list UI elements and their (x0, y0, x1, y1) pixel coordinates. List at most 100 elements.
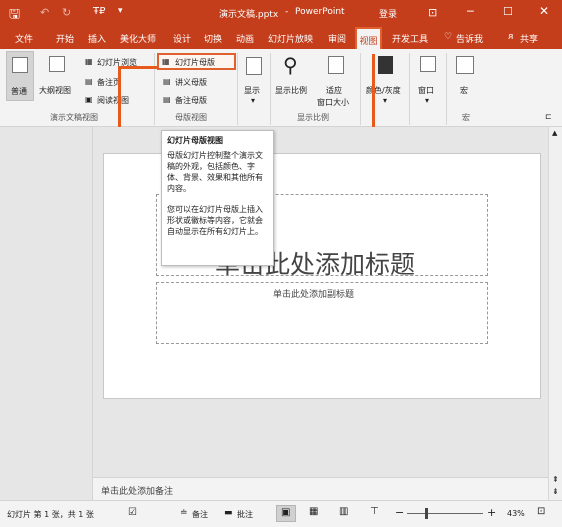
dropdown-arrow-icon: ▾ (251, 96, 256, 105)
zoom-level[interactable]: 43% (507, 509, 525, 518)
window-title-sep: - (285, 7, 289, 17)
tooltip-tip: 您可以在幻灯片母版上插入形状或徽标等内容，它就会自动显示在所有幻灯片上。 (167, 205, 263, 236)
tab-file[interactable]: 文件 (15, 32, 33, 45)
annotation-line-click-h (118, 66, 158, 69)
outline-view-icon (49, 56, 65, 72)
subtitle-placeholder[interactable]: 单击此处添加副标题 (156, 282, 488, 344)
tab-beautify[interactable]: 美化大师 (120, 32, 156, 45)
tab-insert[interactable]: 插入 (88, 32, 106, 45)
maximize-icon[interactable]: ☐ (503, 5, 513, 18)
spellcheck-icon[interactable]: ☑ (128, 507, 137, 518)
separator (237, 53, 238, 125)
customize-quick-access-icon[interactable]: ▾ (118, 6, 123, 16)
redo-icon[interactable]: ↻ (62, 6, 71, 19)
tooltip-description: 母版幻灯片控制整个演示文稿的外观，包括颜色、字体、背景、效果和其他所有内容。 (167, 151, 263, 193)
fit-window-label1: 适应 (326, 86, 342, 95)
tab-developer[interactable]: 开发工具 (392, 32, 428, 45)
tab-view[interactable]: 视图 (355, 27, 382, 49)
dropdown-arrow-icon: ▾ (383, 96, 388, 105)
comments-toggle-button[interactable]: 批注 (237, 509, 253, 520)
separator (154, 53, 155, 125)
separator (409, 53, 410, 125)
tab-animation[interactable]: 动画 (236, 32, 254, 45)
vertical-scrollbar[interactable]: ▲ ⇞ ⇟ (548, 127, 562, 500)
reading-view-status-icon[interactable]: ▥ (339, 506, 348, 517)
notes-toggle-button[interactable]: 备注 (192, 509, 208, 520)
show-button[interactable]: 显示 ▾ (240, 51, 268, 109)
macro-label: 宏 (460, 86, 468, 95)
sorter-icon: ▦ (85, 57, 93, 66)
tab-slideshow[interactable]: 幻灯片放映 (268, 32, 313, 45)
zoom-slider-thumb[interactable] (425, 508, 428, 519)
status-bar: 幻灯片 第 1 张，共 1 张 ☑ ≐ 备注 ▬ 批注 ▣ ▦ ▥ ⊤ − + … (0, 500, 562, 527)
notes-master-button[interactable]: 备注母版 (175, 95, 207, 106)
tab-tellme[interactable]: 告诉我 (456, 32, 483, 45)
zoom-in-icon[interactable]: + (487, 506, 496, 519)
window-label: 窗口 (418, 86, 434, 95)
group-label-views: 演示文稿视图 (50, 113, 98, 122)
slide-master-label: 幻灯片母版 (175, 58, 215, 67)
fit-window-icon (328, 56, 344, 74)
zoom-button[interactable]: ⚲ 显示比例 (273, 51, 315, 109)
color-icon (378, 56, 393, 74)
dropdown-arrow-icon: ▾ (425, 96, 430, 105)
zoom-out-icon[interactable]: − (395, 506, 404, 519)
zoom-slider-track[interactable] (407, 513, 483, 514)
outline-view-button[interactable]: 大纲视图 (38, 51, 80, 101)
normal-view-label: 普通 (11, 87, 27, 96)
slide-master-icon: ▦ (162, 57, 170, 66)
handout-master-button[interactable]: 讲义母版 (175, 77, 207, 88)
share-button[interactable]: 共享 (520, 32, 538, 45)
show-label: 显示 (244, 86, 260, 95)
undo-icon[interactable]: ↶ (40, 6, 49, 19)
normal-view-status-button[interactable]: ▣ (276, 505, 296, 522)
separator (446, 53, 447, 125)
ribbon-display-options-icon[interactable]: ⊡ (428, 6, 437, 19)
annotation-line-click-v (118, 66, 121, 130)
scroll-up-icon[interactable]: ▲ (552, 129, 557, 137)
comments-icon: ▬ (224, 508, 233, 518)
fit-slide-icon[interactable]: ⊡ (537, 506, 545, 517)
magnifier-icon: ⚲ (283, 53, 298, 77)
annotation-line-select (372, 54, 375, 130)
group-label-zoom: 显示比例 (297, 113, 329, 122)
tab-transition[interactable]: 切换 (204, 32, 222, 45)
collapse-ribbon-icon[interactable]: ⊏ (545, 112, 552, 121)
title-bar: 🖫 ↶ ↻ Ŧ₽ ▾ 演示文稿.pptx - PowerPoint 登录 ⊡ ─… (0, 0, 562, 27)
macro-icon (456, 56, 474, 74)
user-icon: ᴙ (508, 32, 514, 42)
minimize-icon[interactable]: ─ (467, 5, 474, 18)
notes-icon: ≐ (180, 508, 188, 518)
color-grayscale-button[interactable]: 颜色/灰度 ▾ (364, 51, 408, 109)
tab-design[interactable]: 设计 (173, 32, 191, 45)
window-icon (420, 56, 436, 72)
lightbulb-icon: ♡ (444, 32, 453, 42)
save-icon[interactable]: 🖫 (9, 5, 20, 27)
tab-start[interactable]: 开始 (56, 32, 74, 45)
notes-page-icon: ▤ (85, 77, 93, 86)
group-label-master: 母版视图 (175, 113, 207, 122)
quick-access-icon[interactable]: Ŧ₽ (93, 6, 105, 17)
notes-master-icon: ▤ (163, 95, 171, 104)
group-label-macro: 宏 (462, 113, 470, 122)
slide-thumbnail-panel[interactable] (0, 127, 93, 500)
slideshow-status-icon[interactable]: ⊤ (370, 506, 379, 517)
slide-master-button[interactable]: ▦ 幻灯片母版 (157, 53, 236, 70)
slide-count: 幻灯片 第 1 张，共 1 张 (7, 510, 94, 519)
show-icon (246, 57, 262, 75)
tab-review[interactable]: 审阅 (328, 32, 346, 45)
fit-window-button[interactable]: 适应 窗口大小 (316, 51, 356, 109)
separator (270, 53, 271, 125)
normal-view-button[interactable]: 普通 (6, 51, 34, 101)
tooltip-title: 幻灯片母版视图 (167, 136, 223, 145)
notes-pane[interactable]: 单击此处添加备注 (93, 477, 548, 500)
scroll-prev-icon[interactable]: ⇞ (552, 475, 559, 484)
window-button[interactable]: 窗口 ▾ (412, 51, 444, 109)
login-link[interactable]: 登录 (379, 7, 397, 20)
zoom-label: 显示比例 (275, 86, 307, 95)
scroll-next-icon[interactable]: ⇟ (552, 487, 559, 496)
sorter-view-status-icon[interactable]: ▦ (309, 506, 318, 517)
macro-button[interactable]: 宏 (450, 51, 482, 109)
reading-view-button[interactable]: 阅读视图 (97, 95, 129, 106)
close-icon[interactable]: ✕ (539, 4, 549, 18)
